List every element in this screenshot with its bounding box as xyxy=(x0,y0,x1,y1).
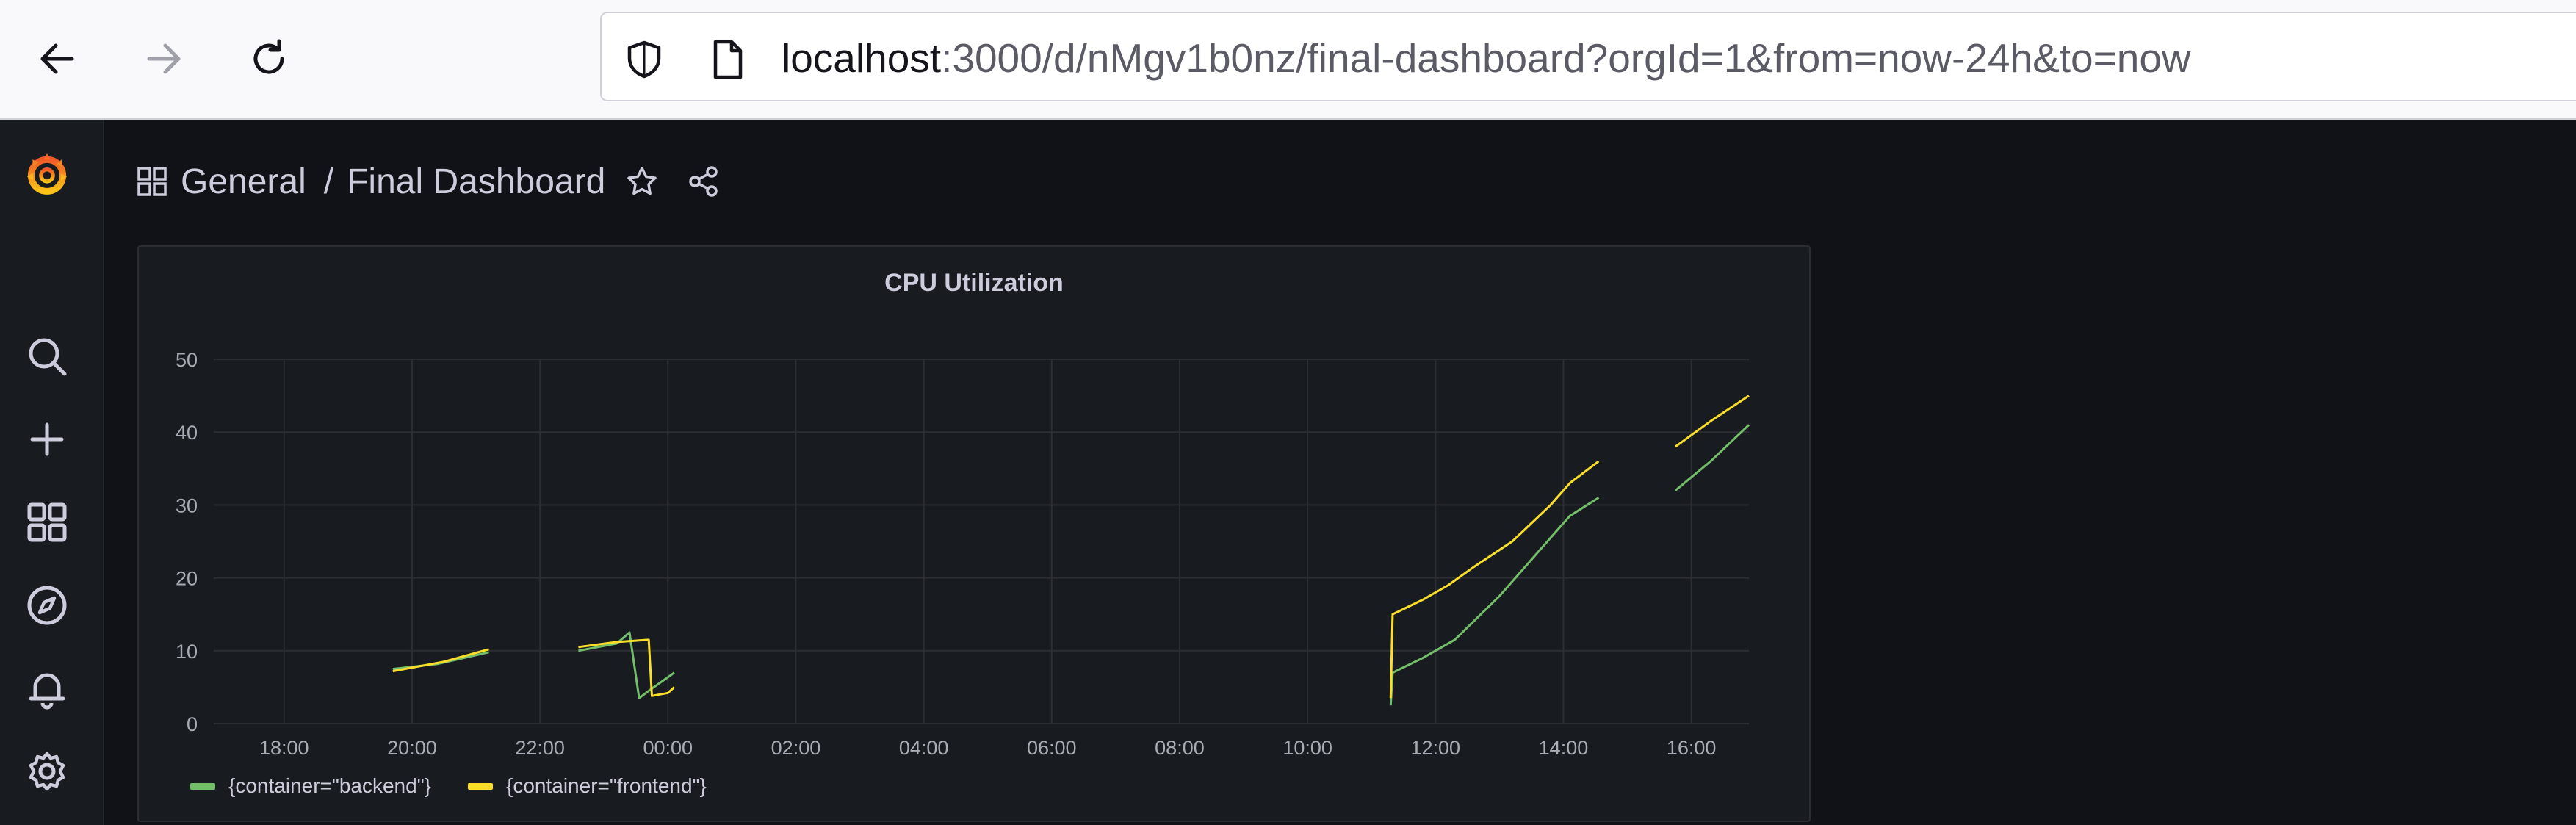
x-tick-label: 18:00 xyxy=(259,737,309,759)
x-tick-label: 10:00 xyxy=(1282,737,1332,759)
x-tick-label: 00:00 xyxy=(643,737,693,759)
reload-icon[interactable] xyxy=(239,29,298,88)
legend-swatch-backend xyxy=(190,782,215,790)
dashboard-title[interactable]: Final Dashboard xyxy=(347,162,605,202)
y-tick-label: 0 xyxy=(187,713,198,735)
series-line-frontend xyxy=(1675,395,1750,448)
settings-gear-icon[interactable] xyxy=(21,745,73,798)
x-tick-label: 12:00 xyxy=(1411,737,1461,759)
breadcrumb: General / Final Dashboard xyxy=(137,156,720,207)
series-line-backend xyxy=(392,651,489,671)
series-line-frontend xyxy=(1389,460,1600,699)
back-arrow-icon[interactable] xyxy=(28,29,87,88)
dashboards-icon[interactable] xyxy=(21,496,73,549)
x-tick-label: 06:00 xyxy=(1027,737,1077,759)
series-line-frontend xyxy=(392,648,489,673)
x-tick-label: 22:00 xyxy=(515,737,565,759)
y-tick-label: 30 xyxy=(176,494,198,516)
x-tick-label: 04:00 xyxy=(899,737,949,759)
x-tick-label: 08:00 xyxy=(1155,737,1205,759)
search-icon[interactable] xyxy=(21,330,73,383)
x-tick-label: 16:00 xyxy=(1667,737,1717,759)
x-tick-label: 14:00 xyxy=(1539,737,1589,759)
plus-icon[interactable] xyxy=(21,413,73,466)
legend-item-frontend[interactable]: {container="frontend"} xyxy=(467,774,707,798)
legend-swatch-frontend xyxy=(467,782,493,790)
y-tick-label: 10 xyxy=(176,641,198,663)
sidebar xyxy=(0,120,104,825)
legend: {container="backend"} {container="fronte… xyxy=(190,774,707,798)
legend-item-backend[interactable]: {container="backend"} xyxy=(190,774,431,798)
explore-icon[interactable] xyxy=(21,579,73,632)
legend-label-backend: {container="backend"} xyxy=(228,774,431,797)
dashboard-grid-icon xyxy=(137,166,167,197)
series-line-backend xyxy=(1389,497,1600,706)
x-tick-label: 20:00 xyxy=(387,737,437,759)
series-line-backend xyxy=(1674,424,1750,491)
breadcrumb-separator: / xyxy=(323,162,334,201)
alerting-bell-icon[interactable] xyxy=(21,662,73,715)
legend-label-frontend: {container="frontend"} xyxy=(505,774,707,797)
browser-toolbar: localhost:3000/d/nMgv1b0nz/final-dashboa… xyxy=(0,0,2576,120)
page-icon[interactable] xyxy=(707,39,748,80)
share-icon[interactable] xyxy=(688,165,720,198)
x-tick-label: 02:00 xyxy=(771,737,821,759)
url-text[interactable]: localhost:3000/d/nMgv1b0nz/final-dashboa… xyxy=(782,32,2191,84)
breadcrumb-folder-link[interactable]: General xyxy=(181,162,306,202)
cpu-utilization-chart[interactable]: 0 10 20 30 40 50 18:00 20:00 22:00 00:00 02:00 04:0… xyxy=(139,247,1809,761)
star-icon[interactable] xyxy=(626,165,658,198)
url-path: :3000/d/nMgv1b0nz/final-dashboard?orgId=… xyxy=(941,35,2191,81)
grafana-logo-icon[interactable] xyxy=(21,148,73,201)
url-host: localhost xyxy=(782,35,942,81)
y-tick-label: 40 xyxy=(176,422,198,444)
shield-icon[interactable] xyxy=(624,39,665,80)
forward-arrow-icon[interactable] xyxy=(134,29,193,88)
address-bar[interactable]: localhost:3000/d/nMgv1b0nz/final-dashboa… xyxy=(600,12,2576,101)
y-tick-label: 50 xyxy=(176,349,198,371)
cpu-utilization-panel[interactable]: CPU Utilization 0 10 20 30 40 50 18:00 20:00 22:… xyxy=(137,245,1811,822)
y-tick-label: 20 xyxy=(176,568,198,590)
